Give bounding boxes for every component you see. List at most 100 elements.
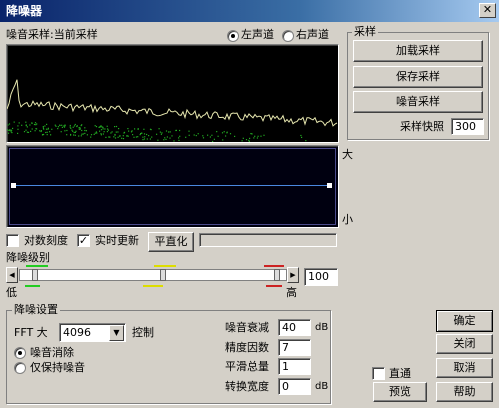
noise-dot <box>85 130 87 132</box>
noise-dot <box>95 131 97 133</box>
noise-dot <box>64 124 66 126</box>
noise-dot <box>42 134 44 136</box>
noise-sample-button[interactable]: 噪音采样 <box>353 91 483 113</box>
noise-dot <box>74 123 76 126</box>
noise-dot <box>96 132 98 134</box>
noise-dot <box>130 131 133 133</box>
noise-level-input[interactable]: 100 <box>304 268 338 286</box>
save-sample-button[interactable]: 保存采样 <box>353 66 483 88</box>
noise-dot <box>29 124 31 126</box>
noise-dot <box>164 137 166 139</box>
noise-dot <box>156 133 158 135</box>
noise-dot <box>31 128 33 130</box>
noise-dot <box>127 135 129 137</box>
noise-dot <box>99 126 101 128</box>
direct-checkbox[interactable] <box>372 367 385 380</box>
noise-dot <box>66 134 68 136</box>
noise-dot <box>7 129 9 131</box>
noise-dot <box>45 128 48 130</box>
left-channel-radio[interactable] <box>227 30 239 42</box>
keep-noise-radio[interactable] <box>14 362 26 374</box>
window-title: 降噪器 <box>6 4 43 18</box>
high-thumb[interactable] <box>274 269 280 281</box>
slider-track[interactable] <box>19 265 287 281</box>
fft-size-dropdown[interactable]: 4096 ▼ <box>59 323 126 342</box>
noise-dot <box>234 135 236 137</box>
noise-dot <box>55 125 57 127</box>
noise-dot <box>175 129 177 132</box>
noise-dot <box>7 124 9 126</box>
noise-dot <box>82 133 84 135</box>
noise-level-slider[interactable]: ◀ ▶ <box>6 265 300 284</box>
mid-thumb[interactable] <box>160 269 166 281</box>
smoothing-label: 平滑总量 <box>225 360 269 373</box>
noise-dot <box>143 138 146 140</box>
noise-dot <box>57 126 59 128</box>
reduction-curve-line <box>13 185 331 186</box>
cancel-button[interactable]: 取消 <box>436 358 493 378</box>
noise-dot <box>142 139 144 141</box>
log-scale-checkbox[interactable] <box>6 234 19 247</box>
noise-dot <box>107 129 109 131</box>
noise-dot <box>45 131 47 134</box>
noise-dot <box>50 134 52 136</box>
right-channel-radio[interactable] <box>282 30 294 42</box>
realtime-checkbox[interactable]: ✓ <box>77 234 90 247</box>
noise-dot <box>185 136 187 138</box>
noise-dot <box>197 133 199 135</box>
curve-handle-right[interactable] <box>327 183 332 188</box>
precision-input[interactable]: 7 <box>278 339 311 356</box>
noise-dot <box>126 135 128 137</box>
noise-dot <box>115 125 118 128</box>
noise-dot <box>165 138 167 140</box>
noise-dot <box>178 139 180 141</box>
noise-dot <box>254 135 256 137</box>
noise-dot <box>300 134 302 137</box>
slider-left-arrow-icon[interactable]: ◀ <box>6 267 18 283</box>
flatten-button[interactable]: 平直化 <box>148 232 194 252</box>
noise-dot <box>106 125 108 127</box>
noise-dot <box>146 133 148 136</box>
noise-dot <box>102 133 104 135</box>
noise-dot <box>263 134 265 136</box>
attenuation-input[interactable]: 40 <box>278 319 311 336</box>
noise-dot <box>161 132 163 134</box>
noise-dot <box>93 133 95 135</box>
preview-button[interactable]: 预览 <box>373 382 427 402</box>
noise-dot <box>71 129 73 131</box>
close-icon[interactable]: ✕ <box>479 3 496 18</box>
noise-dot <box>114 126 116 128</box>
noise-dot <box>242 137 244 139</box>
noise-dot <box>44 125 46 127</box>
noise-dot <box>143 133 146 135</box>
ok-button[interactable]: 确定 <box>436 310 493 332</box>
snapshot-label: 采样快照 <box>400 120 444 133</box>
high-marker-bottom <box>266 285 282 287</box>
curve-handle-left[interactable] <box>11 183 16 188</box>
snapshot-input[interactable]: 300 <box>451 118 484 135</box>
noise-dot <box>221 132 224 134</box>
transition-input[interactable]: 0 <box>278 378 311 395</box>
smoothing-input[interactable]: 1 <box>278 358 311 375</box>
load-sample-button[interactable]: 加载采样 <box>353 40 483 62</box>
slider-right-arrow-icon[interactable]: ▶ <box>287 267 299 283</box>
noise-dot <box>114 137 117 139</box>
noise-dot <box>25 124 27 126</box>
noise-dot <box>211 134 213 136</box>
noise-dot <box>21 124 23 126</box>
noise-dot <box>114 134 116 136</box>
noise-dot <box>102 126 104 128</box>
reduction-curve-panel[interactable] <box>6 145 339 228</box>
close-button[interactable]: 关闭 <box>436 334 493 354</box>
low-thumb[interactable] <box>32 269 38 281</box>
help-button[interactable]: 帮助 <box>436 382 493 402</box>
noise-dot <box>250 133 252 135</box>
noise-dot <box>179 129 181 132</box>
noise-remove-radio[interactable] <box>14 347 26 359</box>
noise-dot <box>216 131 218 133</box>
noise-dot <box>39 130 41 132</box>
spectrum-curve <box>7 79 338 127</box>
chevron-down-icon[interactable]: ▼ <box>109 325 124 341</box>
noise-dot <box>165 130 168 132</box>
noise-dot <box>31 122 33 124</box>
